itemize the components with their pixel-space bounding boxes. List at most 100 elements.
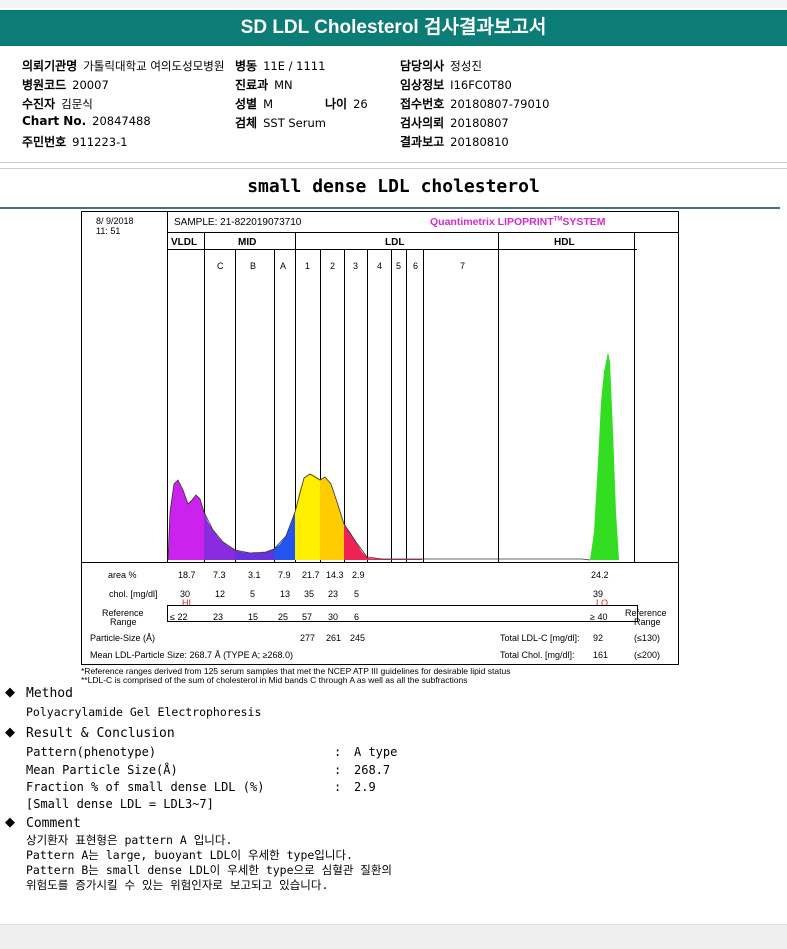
comment-line: Pattern B는 small dense LDL이 우세한 type으로 심…	[26, 863, 393, 877]
info-field: 병원코드 20007	[22, 76, 109, 93]
chol-value: 23	[328, 589, 339, 599]
total-chol-value: 161	[593, 650, 609, 660]
info-value: 11E / 1111	[263, 59, 326, 73]
info-key: 성별	[235, 97, 258, 111]
info-value: 911223-1	[72, 135, 128, 149]
row-label-area: area %	[108, 570, 137, 580]
info-field: 진료과 MN	[235, 76, 293, 93]
info-value: SST Serum	[263, 116, 326, 130]
area-value: 18.7	[178, 570, 196, 580]
result-sep: :	[334, 745, 342, 759]
info-key: 수진자	[22, 97, 56, 111]
total-chol-ref: (≤200)	[634, 650, 660, 660]
info-field: 결과보고 20180810	[400, 133, 509, 150]
comment-line: Pattern A는 large, buoyant LDL이 우세한 type입…	[26, 848, 353, 862]
row-label-mean: Mean LDL-Particle Size: 268.7 Å (TYPE A;…	[90, 650, 294, 660]
result-sep: :	[334, 762, 342, 777]
bottom-bar	[0, 924, 787, 949]
method-heading: Method	[26, 686, 73, 701]
result-note: [Small dense LDL = LDL3~7]	[26, 797, 214, 811]
comment-line: 상기환자 표현형은 pattern A 입니다.	[26, 833, 233, 847]
info-field: 나이 26	[325, 95, 368, 112]
info-field: 병동 11E / 1111	[235, 57, 325, 74]
info-field: 임상정보 I16FC0T80	[400, 76, 512, 93]
total-ldl-label: Total LDL-C [mg/dl]:	[500, 633, 580, 643]
info-key: 임상정보	[400, 78, 445, 92]
info-key: 결과보고	[400, 135, 445, 149]
info-field: Chart No. 20847488	[22, 114, 151, 128]
info-value: 20847488	[92, 114, 151, 128]
info-key: 병동	[235, 59, 258, 73]
bullet-icon: ◆	[5, 815, 15, 830]
total-ldl-ref: (≤130)	[634, 633, 660, 643]
info-field: 검사의뢰 20180807	[400, 114, 509, 131]
particle-size: 245	[350, 633, 366, 643]
flag-lo: LO	[596, 598, 609, 608]
info-value: 20007	[72, 78, 109, 92]
info-value: 정성진	[450, 59, 482, 73]
result-label: Fraction % of small dense LDL (%)	[26, 780, 265, 794]
divider	[0, 207, 780, 209]
comment-heading: Comment	[26, 816, 81, 831]
info-value: 20180807-79010	[450, 97, 550, 111]
total-chol-label: Total Chol. [mg/dl]:	[500, 650, 575, 660]
info-key: 진료과	[235, 78, 269, 92]
chol-value: 35	[304, 589, 315, 599]
area-value: 24.2	[591, 570, 609, 580]
info-key: 병원코드	[22, 78, 67, 92]
info-key: 접수번호	[400, 97, 445, 111]
chol-value: 5	[354, 589, 360, 599]
info-field: 수진자 김문식	[22, 95, 93, 112]
row-label-chol: chol. [mg/dl]	[109, 589, 158, 599]
top-strip	[0, 0, 787, 8]
result-sep: :	[334, 780, 342, 794]
area-value: 14.3	[326, 570, 344, 580]
chol-value: 13	[280, 589, 291, 599]
peak-mid-a	[274, 512, 295, 560]
peak-mid-c	[204, 512, 235, 560]
section-title: small dense LDL cholesterol	[247, 176, 540, 197]
total-ldl-value: 92	[593, 633, 604, 643]
info-key: 담당의사	[400, 59, 445, 73]
area-value: 7.3	[213, 570, 226, 580]
method-text: Polyacrylamide Gel Electrophoresis	[26, 705, 262, 719]
result-value: A type	[354, 745, 398, 759]
row-label-particle: Particle-Size (Å)	[90, 633, 156, 643]
info-key: 검체	[235, 116, 258, 130]
bullet-icon: ◆	[5, 725, 15, 740]
lipoprint-report: 8/ 9/2018 11: 51 SAMPLE: 21-822019073710…	[81, 211, 679, 665]
info-key: 검사의뢰	[400, 116, 445, 130]
area-value: 2.9	[352, 570, 365, 580]
result-heading: Result & Conclusion	[26, 726, 175, 741]
info-field: 담당의사 정성진	[400, 57, 482, 74]
chol-value: 5	[250, 589, 256, 599]
curve-outline	[167, 473, 591, 561]
info-key: 나이	[325, 97, 348, 111]
info-value: M	[263, 97, 274, 111]
divider	[0, 162, 787, 163]
info-value: 가톨릭대학교 여의도성모병원	[83, 59, 225, 73]
info-field: 접수번호 20180807-79010	[400, 95, 549, 112]
particle-size: 277	[300, 633, 316, 643]
peak-mid-b	[235, 549, 274, 560]
footnote: **LDL-C is comprised of the sum of chole…	[81, 675, 468, 685]
result-value: 268.7	[354, 762, 391, 777]
result-label: Mean Particle Size(Å)	[26, 762, 178, 777]
peak-hdl	[590, 352, 619, 560]
result-value: 2.9	[354, 780, 376, 794]
densitometry-curve	[167, 352, 619, 561]
row-label-ref: Range	[110, 617, 137, 627]
area-value: 7.9	[278, 570, 291, 580]
result-label: Pattern(phenotype)	[26, 745, 157, 759]
peak-ldl-1	[295, 474, 320, 560]
info-field: 의뢰기관명 가톨릭대학교 여의도성모병원	[22, 57, 224, 74]
info-value: I16FC0T80	[450, 78, 512, 92]
flag-hi: HI	[182, 598, 191, 608]
particle-size: 261	[326, 633, 342, 643]
info-value: 20180810	[450, 135, 509, 149]
info-key: 주민번호	[22, 135, 67, 149]
info-value: 26	[353, 97, 368, 111]
bullet-icon: ◆	[5, 685, 15, 700]
peak-vldl	[168, 480, 204, 560]
peak-ldl-2	[320, 477, 344, 560]
